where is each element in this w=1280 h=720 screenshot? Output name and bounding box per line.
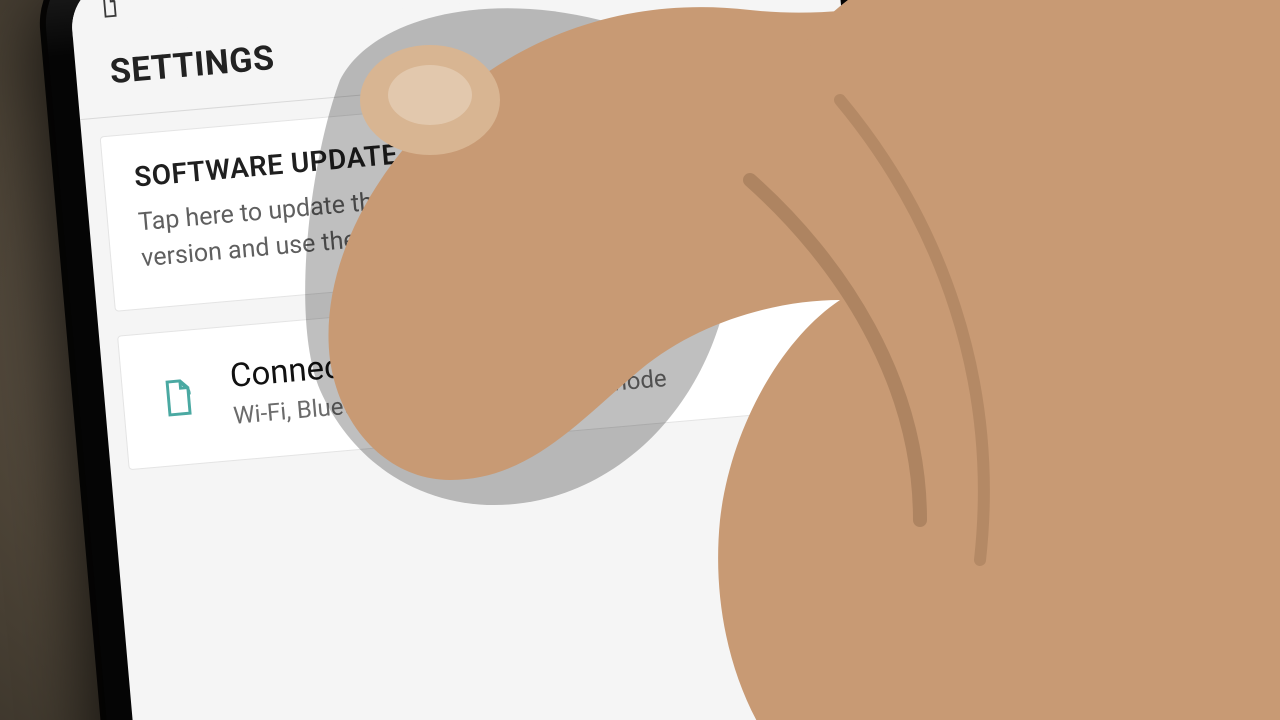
sim-card-icon — [97, 0, 121, 19]
phone-device: SETTINGS SOFTWARE UPDATE Tap here to upd… — [40, 0, 1005, 720]
connections-row[interactable]: Connections Wi-Fi, Bluetooth, Data usage… — [118, 273, 857, 469]
connections-icon — [152, 372, 204, 424]
photo-scene: SETTINGS SOFTWARE UPDATE Tap here to upd… — [0, 0, 1280, 720]
connections-text: Connections Wi-Fi, Bluetooth, Data usage… — [228, 305, 824, 429]
phone-screen: SETTINGS SOFTWARE UPDATE Tap here to upd… — [68, 0, 977, 720]
